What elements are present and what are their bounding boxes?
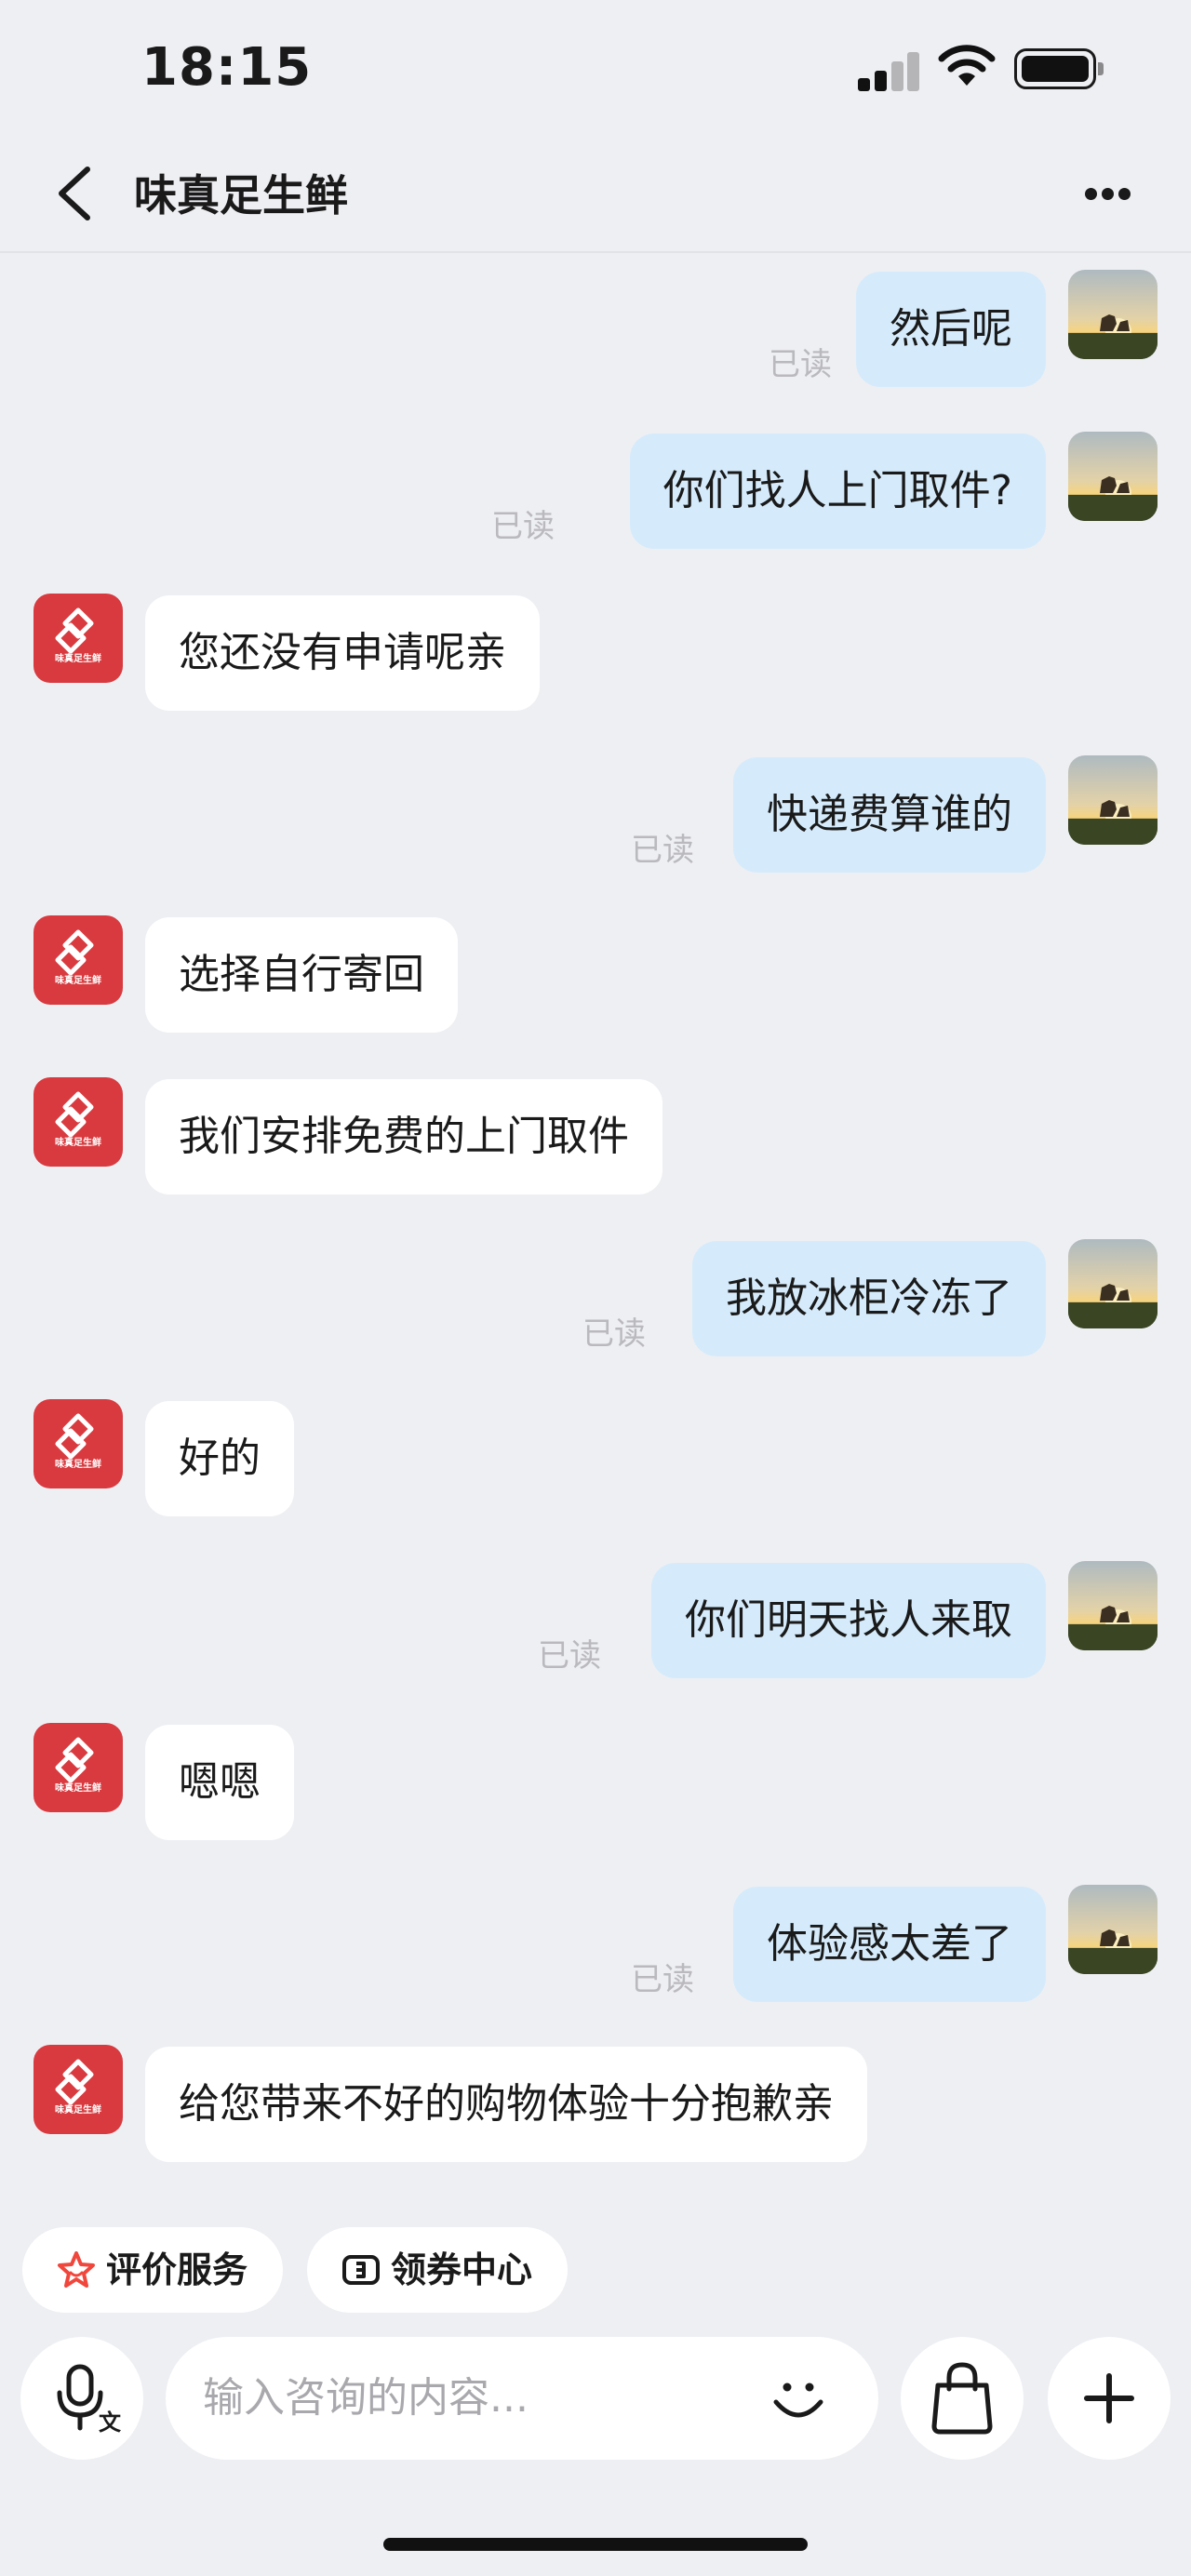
shop-avatar[interactable]: 味真足生鲜 — [33, 1077, 123, 1167]
message-bubble-received[interactable]: 选择自行寄回 — [145, 917, 458, 1033]
message-bubble-sent[interactable]: 你们明天找人来取 — [651, 1563, 1046, 1678]
shopping-bag-button[interactable] — [901, 2337, 1024, 2460]
message-bubble-received[interactable]: 好的 — [145, 1401, 294, 1516]
status-bar: 18:15 — [0, 0, 1191, 140]
read-status: 已读 — [491, 508, 555, 545]
user-avatar[interactable] — [1068, 755, 1158, 845]
shop-avatar[interactable]: 味真足生鲜 — [33, 1399, 123, 1488]
wifi-icon — [938, 45, 996, 86]
user-avatar[interactable] — [1068, 1885, 1158, 1974]
shop-avatar[interactable]: 味真足生鲜 — [33, 915, 123, 1005]
shop-avatar[interactable]: 味真足生鲜 — [33, 594, 123, 683]
shop-logo-text: 味真足生鲜 — [55, 654, 101, 664]
message-bubble-received[interactable]: 嗯嗯 — [145, 1725, 294, 1840]
shop-logo-text: 味真足生鲜 — [55, 1783, 101, 1794]
read-status: 已读 — [538, 1637, 601, 1675]
user-avatar[interactable] — [1068, 432, 1158, 521]
voice-translate-button[interactable]: 文 — [20, 2337, 143, 2460]
chevron-left-icon[interactable] — [45, 160, 110, 227]
voice-translate-icon: 文 — [57, 2364, 122, 2436]
coupon-icon — [342, 2255, 380, 2285]
more-dots-icon[interactable] — [1070, 169, 1144, 216]
user-avatar[interactable] — [1068, 270, 1158, 359]
read-status: 已读 — [631, 832, 694, 869]
add-button[interactable] — [1048, 2337, 1171, 2460]
shop-avatar[interactable]: 味真足生鲜 — [33, 2045, 123, 2134]
shopping-bag-icon — [931, 2362, 993, 2435]
battery-icon — [1014, 48, 1104, 89]
signal-icon — [858, 48, 919, 91]
message-bubble-sent[interactable]: 体验感太差了 — [733, 1887, 1046, 2002]
svg-text:文: 文 — [99, 2409, 122, 2436]
nav-bar: 味真足生鲜 — [0, 140, 1191, 253]
plus-icon — [1084, 2373, 1134, 2423]
shop-logo-text: 味真足生鲜 — [55, 1460, 101, 1470]
message-bubble-received[interactable]: 给您带来不好的购物体验十分抱歉亲 — [145, 2047, 867, 2162]
home-indicator — [383, 2538, 808, 2551]
star-icon — [58, 2251, 95, 2288]
smile-icon[interactable] — [769, 2370, 828, 2430]
input-placeholder: 输入咨询的内容... — [203, 2374, 529, 2422]
read-status: 已读 — [769, 346, 832, 383]
message-bubble-sent[interactable]: 我放冰柜冷冻了 — [692, 1241, 1046, 1356]
chat-message-list[interactable]: 然后呢 已读 你们找人上门取件? 已读 味真足生鲜 您还没有申请呢亲 快递费算谁… — [0, 253, 1191, 2207]
message-bubble-sent[interactable]: 快递费算谁的 — [733, 757, 1046, 873]
read-status: 已读 — [582, 1315, 646, 1353]
shop-logo-text: 味真足生鲜 — [55, 976, 101, 986]
message-bubble-sent[interactable]: 然后呢 — [856, 272, 1046, 387]
shop-logo-text: 味真足生鲜 — [55, 1138, 101, 1148]
shop-logo-text: 味真足生鲜 — [55, 2105, 101, 2116]
shop-avatar[interactable]: 味真足生鲜 — [33, 1723, 123, 1812]
read-status: 已读 — [631, 1961, 694, 1998]
page-title: 味真足生鲜 — [134, 170, 348, 220]
rate-service-button[interactable]: 评价服务 — [22, 2227, 283, 2313]
user-avatar[interactable] — [1068, 1239, 1158, 1328]
coupon-center-button[interactable]: 领券中心 — [307, 2227, 568, 2313]
message-input[interactable]: 输入咨询的内容... — [166, 2337, 878, 2460]
coupon-center-label: 领券中心 — [391, 2249, 533, 2290]
status-time: 18:15 — [141, 37, 313, 98]
message-bubble-received[interactable]: 您还没有申请呢亲 — [145, 595, 540, 711]
message-bubble-sent[interactable]: 你们找人上门取件? — [629, 434, 1046, 549]
message-bubble-received[interactable]: 我们安排免费的上门取件 — [145, 1079, 662, 1195]
user-avatar[interactable] — [1068, 1561, 1158, 1650]
rate-service-label: 评价服务 — [106, 2249, 248, 2290]
